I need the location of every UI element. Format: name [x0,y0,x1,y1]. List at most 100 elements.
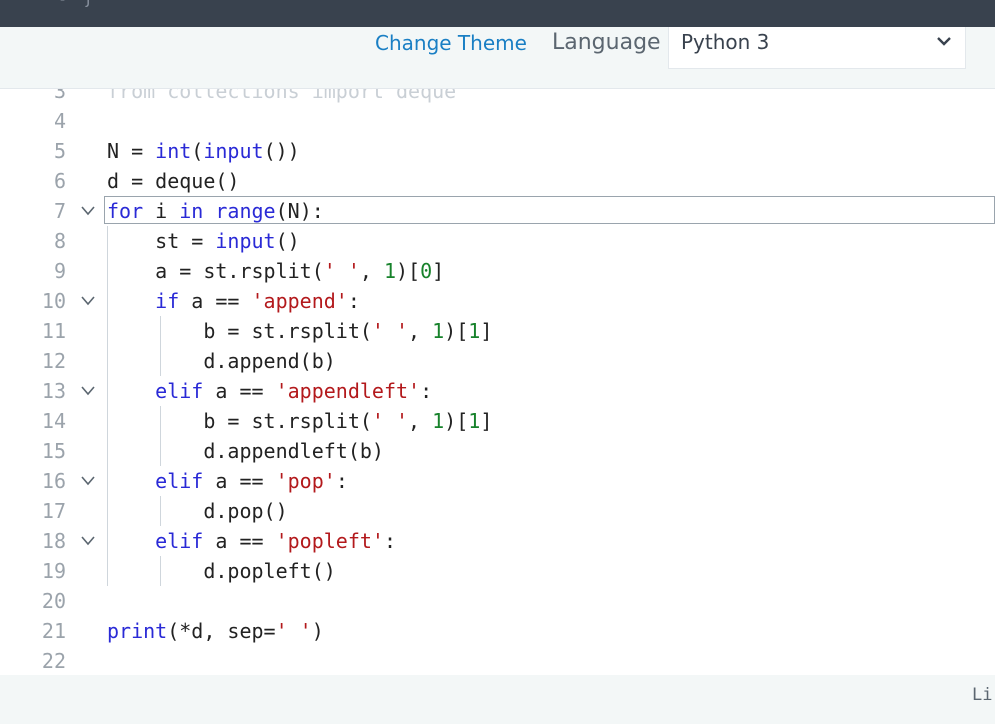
code-token: ()) [263,139,300,163]
code-line[interactable]: 4 [0,106,995,136]
code-token: 'popleft' [275,529,384,553]
code-token: 'appendleft' [275,379,421,403]
code-line[interactable]: 10 if a == 'append': [0,286,995,316]
code-token: (N): [275,199,324,223]
line-number: 8 [53,229,66,253]
code-line[interactable]: 8 st = input() [0,226,995,256]
code-token: elif [155,529,204,553]
line-number: 12 [41,349,66,373]
indent-guide [160,316,161,376]
indent-guide [107,226,108,586]
code-token: a == [179,289,252,313]
code-token: range [215,199,276,223]
code-token: print [107,619,168,643]
line-number: 19 [41,559,66,583]
code-line[interactable]: 15 d.appendleft(b) [0,436,995,466]
code-token: ( [191,139,204,163]
code-token: 1 [383,259,397,283]
code-token: b = st.rsplit( [107,409,372,433]
code-text: d.popleft() [107,556,336,586]
code-token: if [155,289,180,313]
chevron-down-icon[interactable] [80,386,96,396]
line-number: 20 [41,589,66,613]
code-token: , [408,409,433,433]
line-number: 5 [53,139,66,163]
code-token: ' ' [371,319,409,343]
language-label: Language [552,30,661,55]
code-token: N = [107,139,156,163]
code-token: ' ' [371,409,409,433]
code-token: 1 [432,319,445,343]
code-token: ' ' [323,259,360,283]
code-text: print(*d, sep=' ') [107,616,324,646]
code-token: 0 [420,259,433,283]
code-token: 1 [468,319,481,343]
change-theme-link[interactable]: Change Theme [375,29,527,57]
code-line[interactable]: 7 for i in range(N): [0,196,995,226]
code-line[interactable]: 13 elif a == 'appendleft': [0,376,995,406]
code-text: for i in range(N): [107,196,324,226]
topbar-text-fragment: - ' ' J [60,0,91,8]
code-token: d.pop() [107,499,288,523]
code-token: d.appendleft(b) [107,439,384,463]
code-token: input [203,139,264,163]
line-number: 15 [41,439,66,463]
code-line[interactable]: 19 d.popleft() [0,556,995,586]
chevron-down-icon[interactable] [80,536,96,546]
language-select[interactable]: Python 3 [668,27,966,69]
code-line[interactable]: 20 [0,586,995,616]
code-text: from collections import deque [107,89,456,106]
code-line[interactable]: 14 b = st.rsplit(' ', 1)[1] [0,406,995,436]
code-token: , [359,259,384,283]
code-token: i [143,199,180,223]
code-token: from collections import deque [107,89,457,103]
code-token: , [408,319,433,343]
code-line[interactable]: 17 d.pop() [0,496,995,526]
code-token: ) [311,619,324,643]
code-line[interactable]: 22 [0,646,995,675]
code-line[interactable]: 11 b = st.rsplit(' ', 1)[1] [0,316,995,346]
code-line[interactable]: 6 d = deque() [0,166,995,196]
code-text: d.appendleft(b) [107,436,384,466]
code-token: d.append(b) [107,349,336,373]
code-line[interactable]: 12 d.append(b) [0,346,995,376]
line-number: 16 [41,469,66,493]
code-token: a == [203,529,276,553]
code-token: st = [107,229,216,253]
line-number: 14 [41,409,66,433]
code-line[interactable]: 16 elif a == 'pop': [0,466,995,496]
code-text: elif a == 'popleft': [107,526,396,556]
code-text: N = int(input()) [107,136,300,166]
indent-guide [160,406,161,466]
code-token: 'append' [251,289,348,313]
code-line[interactable]: 21 print(*d, sep=' ') [0,616,995,646]
code-token: : [383,529,397,553]
line-number: 4 [53,109,66,133]
chevron-down-icon[interactable] [80,296,96,306]
code-token: elif [155,469,204,493]
code-token: int [155,139,192,163]
code-editor[interactable]: 3 from collections import deque 4 5 N = int(… [0,89,995,675]
code-token: d.popleft() [107,559,336,583]
chevron-down-icon[interactable] [80,476,96,486]
code-text: if a == 'append': [107,286,360,316]
code-line[interactable]: 18 elif a == 'popleft': [0,526,995,556]
line-number: 6 [53,169,66,193]
indent-guide [160,496,161,526]
code-line[interactable]: 3 from collections import deque [0,89,995,106]
code-token: ] [432,259,445,283]
editor-toolbar: Change Theme Language Python 3 [0,27,995,89]
code-token: in [179,199,204,223]
code-line[interactable]: 5 N = int(input()) [0,136,995,166]
code-token: ] [480,319,493,343]
code-token: elif [155,379,204,403]
chevron-down-icon[interactable] [80,206,96,216]
code-token: 1 [468,409,481,433]
indent-guide [160,556,161,586]
code-token: input [215,229,276,253]
code-line[interactable]: 9 a = st.rsplit(' ', 1)[0] [0,256,995,286]
